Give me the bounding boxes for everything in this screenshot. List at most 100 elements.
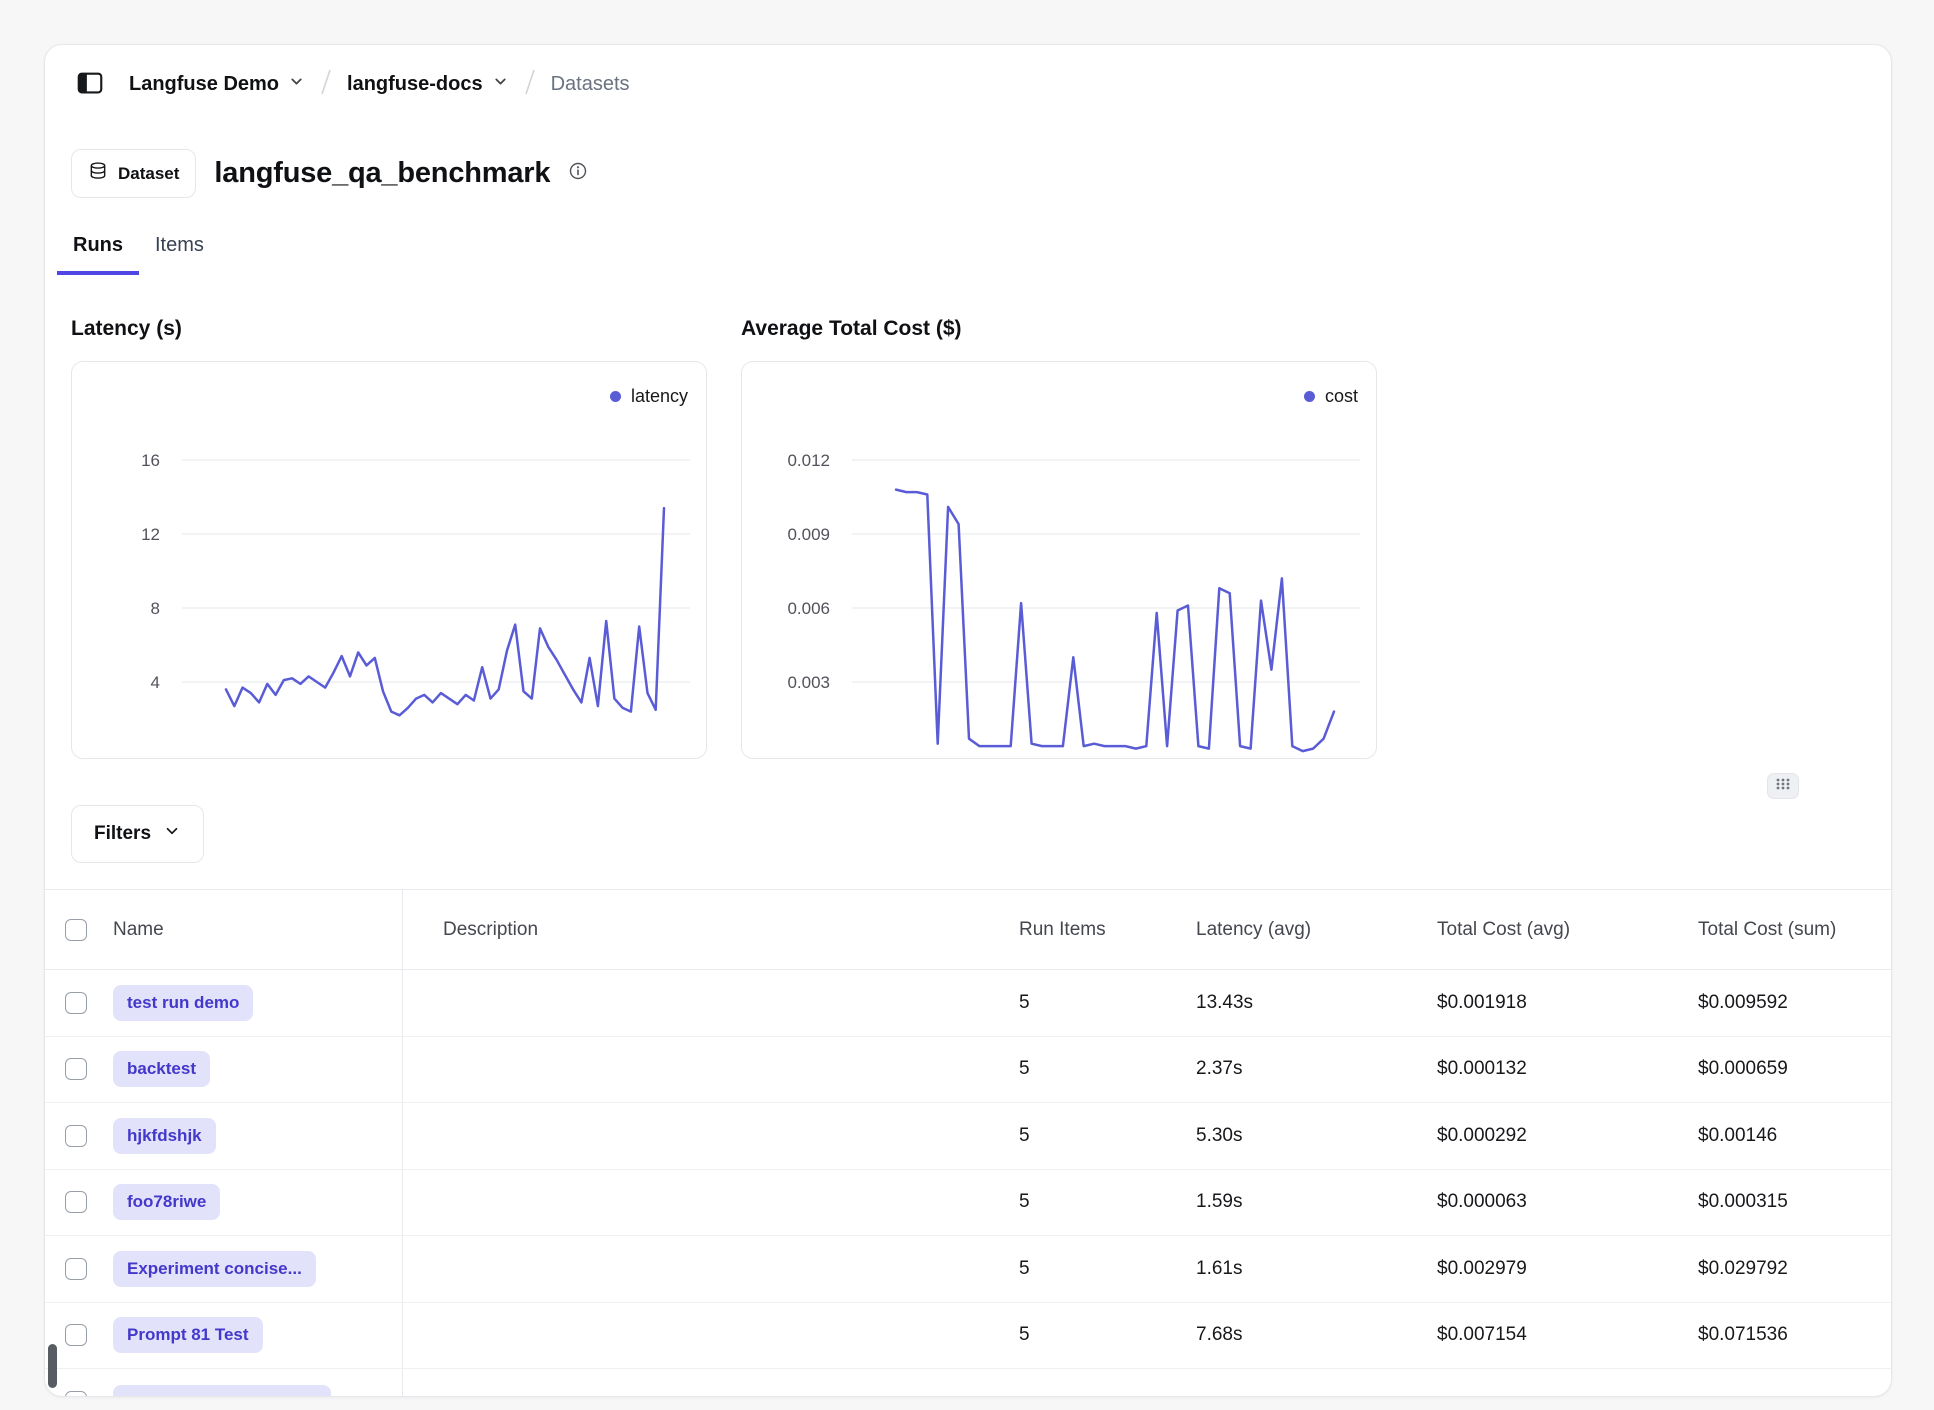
- database-icon: [88, 161, 108, 186]
- total-cost-avg-value: $0.001918: [1433, 970, 1694, 1036]
- scrollbar-thumb[interactable]: [48, 1344, 57, 1388]
- chevron-down-icon: [492, 73, 509, 96]
- latency-avg-value: 7.68s: [1192, 1303, 1433, 1369]
- column-header-name[interactable]: Name: [101, 890, 402, 969]
- table-row[interactable]: Experiment concise... 5 1.61s $0.002979 …: [45, 1236, 1891, 1303]
- sidebar-toggle-button[interactable]: [71, 65, 109, 103]
- main-panel: Langfuse Demo langfuse-docs: [44, 44, 1892, 1397]
- dataset-badge-label: Dataset: [118, 164, 179, 184]
- panel-left-icon: [75, 68, 105, 101]
- tab-bar: Runs Items: [45, 228, 1891, 275]
- run-items-value: 5: [1015, 1170, 1192, 1236]
- tab-items[interactable]: Items: [139, 228, 220, 275]
- table-row[interactable]: test run demo 5 13.43s $0.001918 $0.0095…: [45, 970, 1891, 1037]
- total-cost-avg-value: $0.002979: [1433, 1236, 1694, 1302]
- breadcrumb-page[interactable]: Datasets: [551, 73, 630, 96]
- run-items-value: 5: [1015, 970, 1192, 1036]
- table-row[interactable]: foo78riwe 5 1.59s $0.000063 $0.000315: [45, 1170, 1891, 1237]
- info-icon[interactable]: [568, 161, 588, 186]
- latency-chart-legend: latency: [610, 386, 688, 407]
- cost-line-chart: 0.0030.0060.0090.012: [742, 362, 1376, 758]
- row-checkbox[interactable]: [65, 1191, 87, 1213]
- org-name: Langfuse Demo: [129, 73, 279, 96]
- legend-dot-icon: [1304, 391, 1315, 402]
- breadcrumb-separator-icon: [523, 67, 537, 102]
- latency-avg-value: 5.30s: [1192, 1103, 1433, 1169]
- table-row[interactable]: backtest 5 2.37s $0.000132 $0.000659: [45, 1037, 1891, 1104]
- run-items-value: 5: [1015, 1236, 1192, 1302]
- table-row[interactable]: Prompt 81 Test 5 7.68s $0.007154 $0.0715…: [45, 1303, 1891, 1370]
- run-name-pill[interactable]: hjkfdshjk: [113, 1118, 216, 1154]
- charts-section: Latency (s) latency 4 8 12 16 Average Total…: [45, 275, 1891, 759]
- org-switcher[interactable]: Langfuse Demo: [129, 73, 305, 96]
- column-header-description[interactable]: Description: [402, 890, 1015, 969]
- run-name-pill[interactable]: backtest: [113, 1051, 210, 1087]
- latency-avg-value: 13.43s: [1192, 970, 1433, 1036]
- row-checkbox[interactable]: [65, 1125, 87, 1147]
- widget-drag-handle[interactable]: [1767, 773, 1799, 799]
- table-row[interactable]: hjkfdshjk 5 5.30s $0.000292 $0.00146: [45, 1103, 1891, 1170]
- run-items-value: 5: [1015, 1303, 1192, 1369]
- topbar: Langfuse Demo langfuse-docs: [45, 45, 1891, 123]
- run-name-pill[interactable]: [113, 1385, 331, 1397]
- row-checkbox[interactable]: [65, 992, 87, 1014]
- dataset-badge: Dataset: [71, 149, 196, 198]
- project-name: langfuse-docs: [347, 73, 483, 96]
- chevron-down-icon: [163, 822, 181, 846]
- run-items-value: 5: [1015, 1103, 1192, 1169]
- run-description: [402, 1037, 1015, 1103]
- grid-dots-icon: [1775, 777, 1791, 796]
- page: Langfuse Demo langfuse-docs: [0, 0, 1934, 1410]
- tab-runs[interactable]: Runs: [57, 228, 139, 275]
- column-header-run-items[interactable]: Run Items: [1015, 890, 1192, 969]
- svg-text:16: 16: [141, 451, 160, 470]
- table-header-row: Name Description Run Items Latency (avg)…: [45, 890, 1891, 970]
- latency-avg-value: 2.37s: [1192, 1037, 1433, 1103]
- breadcrumb-separator-icon: [319, 67, 333, 102]
- runs-table: Name Description Run Items Latency (avg)…: [45, 889, 1891, 1397]
- row-checkbox[interactable]: [65, 1258, 87, 1280]
- latency-avg-value: 1.59s: [1192, 1170, 1433, 1236]
- total-cost-sum-value: $0.071536: [1694, 1303, 1891, 1369]
- cost-chart-title: Average Total Cost ($): [741, 317, 1377, 341]
- legend-label: latency: [631, 386, 688, 407]
- svg-text:0.009: 0.009: [787, 525, 830, 544]
- legend-dot-icon: [610, 391, 621, 402]
- total-cost-sum-value: $0.00146: [1694, 1103, 1891, 1169]
- row-checkbox[interactable]: [65, 1324, 87, 1346]
- latency-chart-block: Latency (s) latency 4 8 12 16: [71, 317, 707, 759]
- column-header-total-cost-sum[interactable]: Total Cost (sum): [1694, 890, 1891, 969]
- svg-text:4: 4: [151, 673, 160, 692]
- latency-chart-title: Latency (s): [71, 317, 707, 341]
- run-name-pill[interactable]: foo78riwe: [113, 1184, 220, 1220]
- dataset-header: Dataset langfuse_qa_benchmark: [45, 123, 1891, 198]
- run-name-pill[interactable]: Experiment concise...: [113, 1251, 316, 1287]
- latency-avg-value: 1.61s: [1192, 1236, 1433, 1302]
- table-row-partial[interactable]: [45, 1369, 1891, 1397]
- breadcrumb: Langfuse Demo langfuse-docs: [129, 67, 630, 102]
- row-checkbox[interactable]: [65, 1391, 87, 1397]
- legend-label: cost: [1325, 386, 1358, 407]
- svg-text:8: 8: [151, 599, 160, 618]
- row-checkbox[interactable]: [65, 1058, 87, 1080]
- column-header-latency-avg[interactable]: Latency (avg): [1192, 890, 1433, 969]
- select-all-checkbox[interactable]: [65, 919, 87, 941]
- run-description: [402, 1303, 1015, 1369]
- total-cost-sum-value: $0.029792: [1694, 1236, 1891, 1302]
- run-name-pill[interactable]: test run demo: [113, 985, 253, 1021]
- filters-button[interactable]: Filters: [71, 805, 204, 863]
- run-name-pill[interactable]: Prompt 81 Test: [113, 1317, 263, 1353]
- total-cost-sum-value: $0.000659: [1694, 1037, 1891, 1103]
- svg-text:12: 12: [141, 525, 160, 544]
- latency-line-chart: 4 8 12 16: [72, 362, 706, 758]
- total-cost-avg-value: $0.000063: [1433, 1170, 1694, 1236]
- total-cost-avg-value: $0.000292: [1433, 1103, 1694, 1169]
- total-cost-sum-value: $0.009592: [1694, 970, 1891, 1036]
- project-switcher[interactable]: langfuse-docs: [347, 73, 509, 96]
- svg-text:0.006: 0.006: [787, 599, 830, 618]
- chevron-down-icon: [288, 73, 305, 96]
- column-header-total-cost-avg[interactable]: Total Cost (avg): [1433, 890, 1694, 969]
- run-items-value: 5: [1015, 1037, 1192, 1103]
- total-cost-sum-value: $0.000315: [1694, 1170, 1891, 1236]
- cost-chart-legend: cost: [1304, 386, 1358, 407]
